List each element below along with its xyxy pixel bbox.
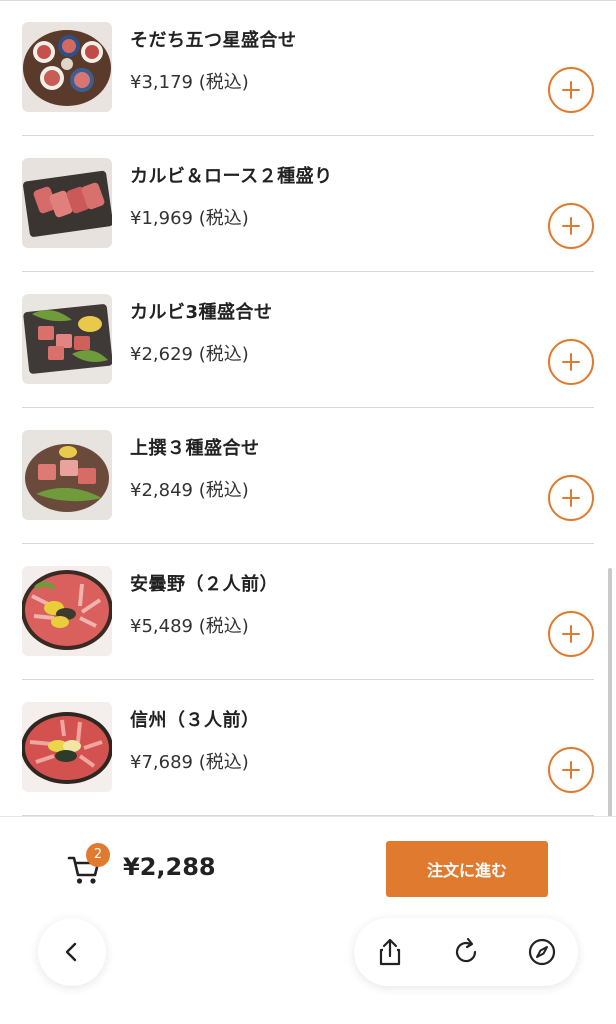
menu-item-price: ¥1,969 (税込) xyxy=(130,208,249,229)
add-to-cart-button[interactable] xyxy=(548,475,594,521)
add-to-cart-button[interactable] xyxy=(548,747,594,793)
add-to-cart-button[interactable] xyxy=(548,67,594,113)
menu-item-image[interactable] xyxy=(22,566,112,656)
menu-item-name: 上撰３種盛合せ xyxy=(130,438,260,459)
plus-icon xyxy=(562,489,580,507)
menu-item-price: ¥2,629 (税込) xyxy=(130,344,249,365)
share-button[interactable] xyxy=(374,936,406,968)
cart-count-badge: 2 xyxy=(86,843,110,867)
cart-bar: 2 ¥2,288 注文に進む xyxy=(0,816,616,916)
browser-toolbar xyxy=(0,916,616,1024)
plus-icon xyxy=(562,625,580,643)
plus-icon xyxy=(562,353,580,371)
compass-icon xyxy=(528,938,556,966)
browser-tools xyxy=(354,918,578,986)
reload-icon xyxy=(455,937,477,963)
back-button[interactable] xyxy=(38,918,106,986)
menu-item[interactable]: カルビ＆ロース２種盛り ¥1,969 (税込) xyxy=(0,136,616,272)
menu-item-image[interactable] xyxy=(22,158,112,248)
add-to-cart-button[interactable] xyxy=(548,611,594,657)
menu-item[interactable]: 上撰３種盛合せ ¥2,849 (税込) xyxy=(0,408,616,544)
menu-item-name: カルビ3種盛合せ xyxy=(130,302,273,323)
plus-icon xyxy=(562,761,580,779)
menu-item-price: ¥5,489 (税込) xyxy=(130,616,249,637)
open-in-browser-button[interactable] xyxy=(526,936,558,968)
menu-item[interactable]: カルビ3種盛合せ ¥2,629 (税込) xyxy=(0,272,616,408)
cart-total: ¥2,288 xyxy=(123,853,216,881)
menu-item-name: そだち五つ星盛合せ xyxy=(130,30,297,51)
menu-item-name: 安曇野（２人前） xyxy=(130,574,278,595)
menu-item-price: ¥2,849 (税込) xyxy=(130,480,249,501)
chevron-left-icon xyxy=(65,942,77,962)
menu-item-image[interactable] xyxy=(22,22,112,112)
menu-item-name: 信州（３人前） xyxy=(130,710,260,731)
menu-item-name: カルビ＆ロース２種盛り xyxy=(130,166,333,187)
proceed-to-order-button[interactable]: 注文に進む xyxy=(386,841,548,897)
plus-icon xyxy=(562,81,580,99)
menu-item[interactable]: 安曇野（２人前） ¥5,489 (税込) xyxy=(0,544,616,680)
add-to-cart-button[interactable] xyxy=(548,339,594,385)
menu-item-image[interactable] xyxy=(22,294,112,384)
reload-button[interactable] xyxy=(450,936,482,968)
menu-item-image[interactable] xyxy=(22,702,112,792)
menu-item-price: ¥7,689 (税込) xyxy=(130,752,249,773)
menu-item[interactable]: そだち五つ星盛合せ ¥3,179 (税込) xyxy=(0,0,616,136)
menu-item-image[interactable] xyxy=(22,430,112,520)
plus-icon xyxy=(562,217,580,235)
share-icon xyxy=(379,938,401,966)
add-to-cart-button[interactable] xyxy=(548,203,594,249)
menu-item[interactable]: 信州（３人前） ¥7,689 (税込) xyxy=(0,680,616,816)
menu-item-price: ¥3,179 (税込) xyxy=(130,72,249,93)
